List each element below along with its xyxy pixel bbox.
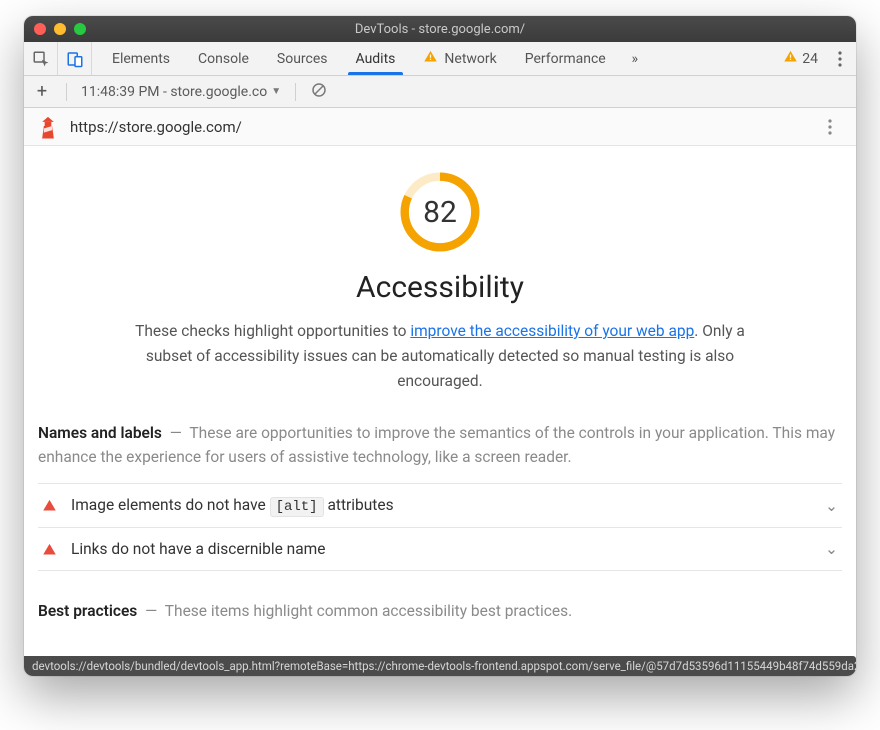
tab-sources[interactable]: Sources (263, 42, 342, 75)
devtools-tabs-row: Elements Console Sources Audits Network … (24, 42, 856, 76)
tab-label: Console (198, 51, 249, 67)
tab-network[interactable]: Network (409, 42, 510, 75)
fail-triangle-icon (42, 498, 57, 513)
minimize-window-button[interactable] (54, 23, 66, 35)
report-content: 82 Accessibility These checks highlight … (24, 146, 856, 676)
warnings-indicator[interactable]: 24 (783, 49, 818, 68)
close-window-button[interactable] (34, 23, 46, 35)
score-gauge-wrap: 82 Accessibility (24, 170, 856, 305)
device-toggle-button[interactable] (58, 42, 92, 75)
devtools-tabs: Elements Console Sources Audits Network … (92, 42, 783, 75)
audit-label: Image elements do not have [alt] attribu… (71, 496, 811, 515)
separator (66, 83, 67, 101)
window-title: DevTools - store.google.com/ (24, 22, 856, 37)
status-bar: devtools://devtools/bundled/devtools_app… (24, 656, 856, 676)
tab-console[interactable]: Console (184, 42, 263, 75)
warning-icon (423, 49, 438, 68)
tab-label: Performance (525, 51, 606, 67)
warnings-count: 24 (802, 51, 818, 67)
warning-icon (783, 49, 798, 68)
devtools-menu-button[interactable] (828, 51, 852, 67)
report-url-bar: https://store.google.com/ (24, 108, 856, 146)
category-description: These checks highlight opportunities to … (130, 319, 750, 393)
section-title: Names and labels (38, 424, 162, 442)
report-url: https://store.google.com/ (70, 118, 242, 136)
devtools-window: DevTools - store.google.com/ Elements Co… (24, 16, 856, 676)
audit-link-name[interactable]: Links do not have a discernible name ⌄ (38, 528, 842, 571)
audits-toolbar: + 11:48:39 PM - store.google.co ▼ (24, 76, 856, 108)
tab-audits[interactable]: Audits (342, 42, 410, 75)
tab-performance[interactable]: Performance (511, 42, 620, 75)
section-heading: Names and labels — These are opportuniti… (38, 421, 842, 469)
separator (295, 83, 296, 101)
report-menu-button[interactable] (818, 119, 842, 135)
inspect-element-button[interactable] (24, 42, 58, 75)
report-scroll[interactable]: 82 Accessibility These checks highlight … (24, 146, 856, 676)
chevron-down-icon: ⌄ (825, 540, 838, 558)
titlebar: DevTools - store.google.com/ (24, 16, 856, 42)
score-value: 82 (398, 170, 482, 254)
more-tabs-button[interactable]: » (620, 42, 650, 75)
tab-elements[interactable]: Elements (98, 42, 184, 75)
audit-run-select[interactable]: 11:48:39 PM - store.google.co ▼ (81, 84, 281, 100)
traffic-lights (34, 23, 86, 35)
category-title: Accessibility (356, 270, 524, 305)
status-bar-text: devtools://devtools/bundled/devtools_app… (32, 659, 856, 673)
tab-label: Sources (277, 51, 328, 67)
clear-button[interactable] (310, 81, 328, 103)
section-desc: These items highlight common accessibili… (165, 602, 572, 620)
zoom-window-button[interactable] (74, 23, 86, 35)
new-audit-button[interactable]: + (32, 81, 52, 102)
accessibility-learn-more-link[interactable]: improve the accessibility of your web ap… (410, 322, 694, 340)
tabs-right-controls: 24 (783, 42, 856, 75)
section-title: Best practices (38, 602, 137, 620)
tab-label: Audits (356, 51, 396, 67)
fail-triangle-icon (42, 542, 57, 557)
audit-label: Links do not have a discernible name (71, 540, 811, 558)
audit-run-label: 11:48:39 PM - store.google.co (81, 84, 267, 100)
audit-img-alt[interactable]: Image elements do not have [alt] attribu… (38, 484, 842, 528)
tab-label: Elements (112, 51, 170, 67)
chevron-down-icon: ⌄ (825, 497, 838, 515)
lighthouse-icon (38, 116, 58, 138)
section-names-labels: Names and labels — These are opportuniti… (24, 421, 856, 571)
section-heading: Best practices — These items highlight c… (38, 599, 842, 623)
caret-down-icon: ▼ (271, 86, 281, 97)
tab-label: Network (444, 51, 496, 67)
score-gauge: 82 (398, 170, 482, 254)
audit-list: Image elements do not have [alt] attribu… (38, 483, 842, 571)
